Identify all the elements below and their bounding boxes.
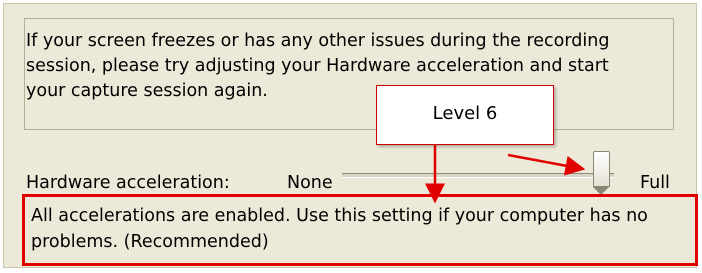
callout-arrows bbox=[425, 145, 586, 204]
arrow-to-slider-thumb bbox=[507, 153, 586, 176]
